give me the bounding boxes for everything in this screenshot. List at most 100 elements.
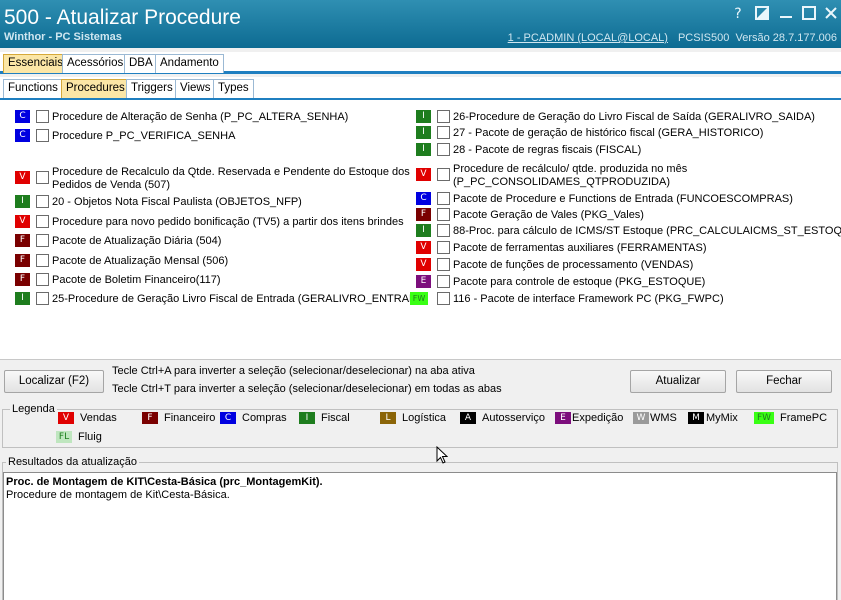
module-tag: F [416, 208, 431, 221]
procedure-label: 88-Proc. para cálculo de ICMS/ST Estoque… [453, 225, 841, 237]
procedure-label-line2: Pedidos de Venda (507) [52, 179, 171, 191]
procedure-label: Pacote de Procedure e Functions de Entra… [453, 193, 793, 205]
procedure-checkbox[interactable] [36, 273, 49, 286]
procedure-checkbox[interactable] [437, 241, 450, 254]
module-tag: C [15, 110, 30, 123]
legend-item: M MyMix [688, 412, 738, 426]
user-link[interactable]: 1 - PCADMIN (LOCAL@LOCAL) [508, 32, 668, 44]
tab-acessorios[interactable]: Acessórios [62, 54, 129, 73]
tab-triggers[interactable]: Triggers [126, 79, 178, 98]
procedure-checkbox[interactable] [437, 168, 450, 181]
procedure-checkbox[interactable] [36, 110, 49, 123]
procedure-checkbox[interactable] [36, 254, 49, 267]
legend-item: FL Fluig [56, 431, 102, 445]
procedure-checkbox[interactable] [437, 143, 450, 156]
module-tag: E [416, 275, 431, 288]
legend-label: Expedição [572, 412, 624, 424]
module-tag: F [15, 254, 30, 267]
legend-item: A Autosserviço [460, 412, 545, 426]
legend-label: FramePC [780, 412, 828, 424]
module-tag: V [416, 258, 431, 271]
close-button[interactable]: Fechar [736, 370, 832, 393]
procedure-label: 20 - Objetos Nota Fiscal Paulista (OBJET… [52, 196, 302, 208]
procedure-checkbox[interactable] [437, 208, 450, 221]
legend-swatch: E [555, 412, 571, 424]
tab-dba[interactable]: DBA [124, 54, 158, 73]
procedure-label: Procedure P_PC_VERIFICA_SENHA [52, 130, 236, 142]
maximize-icon[interactable] [801, 6, 817, 22]
tab-procedures[interactable]: Procedures [61, 79, 130, 98]
legend-swatch: FL [56, 431, 72, 443]
legend-label: Financeiro [164, 412, 216, 424]
procedure-checkbox[interactable] [36, 171, 49, 184]
session-info: 1 - PCADMIN (LOCAL@LOCAL) PCSIS500 Versão… [508, 32, 837, 44]
tab-types[interactable]: Types [213, 79, 254, 98]
procedure-checkbox[interactable] [36, 234, 49, 247]
module-tag: C [15, 129, 30, 142]
legend-item: E Expedição [555, 412, 623, 426]
module-tag: I [15, 195, 30, 208]
procedure-label: Pacote de ferramentas auxiliares (FERRAM… [453, 242, 707, 254]
legend-label: Fluig [78, 431, 102, 443]
procedure-label: 116 - Pacote de interface Framework PC (… [453, 293, 724, 305]
results-textbox[interactable]: Proc. de Montagem de KIT\Cesta-Básica (p… [3, 472, 837, 600]
close-icon[interactable] [823, 6, 839, 22]
procedure-label-line1: Procedure de recálculo/ qtde. produzida … [453, 163, 688, 175]
legend-swatch: C [220, 412, 236, 424]
restore-icon[interactable] [754, 6, 770, 22]
results-heading: Proc. de Montagem de KIT\Cesta-Básica (p… [6, 476, 323, 488]
procedure-checkbox[interactable] [36, 195, 49, 208]
legend-label: Logística [402, 412, 447, 424]
routine-code: PCSIS500 [677, 32, 730, 44]
legend-swatch: W [633, 412, 649, 424]
module-tag: I [416, 143, 431, 156]
module-tag: F [15, 273, 30, 286]
results-title: Resultados da atualização [6, 456, 140, 468]
procedure-checkbox[interactable] [437, 126, 450, 139]
results-group: Resultados da atualização Proc. de Monta… [2, 456, 838, 600]
procedure-checkbox[interactable] [36, 215, 49, 228]
procedure-checkbox[interactable] [437, 110, 450, 123]
procedure-label: Procedure para novo pedido bonificação (… [52, 216, 404, 228]
mouse-cursor-icon [436, 445, 449, 468]
procedure-label: Procedure de recálculo/ qtde. produzida … [453, 163, 687, 189]
procedures-panel: C Procedure de Alteração de Senha (P_PC_A… [0, 100, 841, 360]
legend-label: Autosserviço [482, 412, 545, 424]
legend-item: C Compras [220, 412, 287, 426]
legend-item: F Financeiro [142, 412, 215, 426]
tab-views[interactable]: Views [175, 79, 216, 98]
question-icon[interactable]: ? [730, 6, 746, 22]
procedure-checkbox[interactable] [437, 258, 450, 271]
legend-title: Legenda [10, 403, 57, 415]
legend-label: Fiscal [321, 412, 350, 424]
procedure-label: Pacote de funções de processamento (VEND… [453, 259, 694, 271]
minimize-icon[interactable] [778, 6, 794, 22]
tab-functions[interactable]: Functions [3, 79, 63, 98]
module-tag: F [15, 234, 30, 247]
procedure-checkbox[interactable] [437, 192, 450, 205]
legend-item: L Logística [380, 412, 446, 426]
tab-andamento[interactable]: Andamento [155, 54, 224, 73]
update-button[interactable]: Atualizar [630, 370, 726, 393]
locate-button[interactable]: Localizar (F2) [4, 370, 104, 393]
procedure-checkbox[interactable] [437, 224, 450, 237]
legend-swatch: I [299, 412, 315, 424]
results-body: Procedure de montagem de Kit\Cesta-Básic… [6, 489, 230, 501]
legend-item: FW FramePC [754, 412, 827, 426]
window-title: 500 - Atualizar Procedure [4, 6, 241, 29]
procedure-label: 28 - Pacote de regras fiscais (FISCAL) [453, 144, 642, 156]
help-text-ctrl-a: Tecle Ctrl+A para inverter a seleção (se… [112, 365, 475, 377]
tab-essenciais[interactable]: Essenciais [3, 54, 68, 73]
procedure-checkbox[interactable] [437, 292, 450, 305]
module-tag: FW [410, 292, 428, 305]
action-bar: Localizar (F2) Tecle Ctrl+A para inverte… [0, 360, 841, 404]
module-tag: V [416, 168, 431, 181]
procedure-checkbox[interactable] [437, 275, 450, 288]
procedure-label: 25-Procedure de Geração Livro Fiscal de … [52, 293, 428, 305]
procedure-checkbox[interactable] [36, 292, 49, 305]
legend-swatch: FW [754, 412, 774, 424]
title-bar: 500 - Atualizar Procedure Winthor - PC S… [0, 0, 841, 48]
module-tag: V [15, 171, 30, 184]
procedure-checkbox[interactable] [36, 129, 49, 142]
module-tag: I [15, 292, 30, 305]
